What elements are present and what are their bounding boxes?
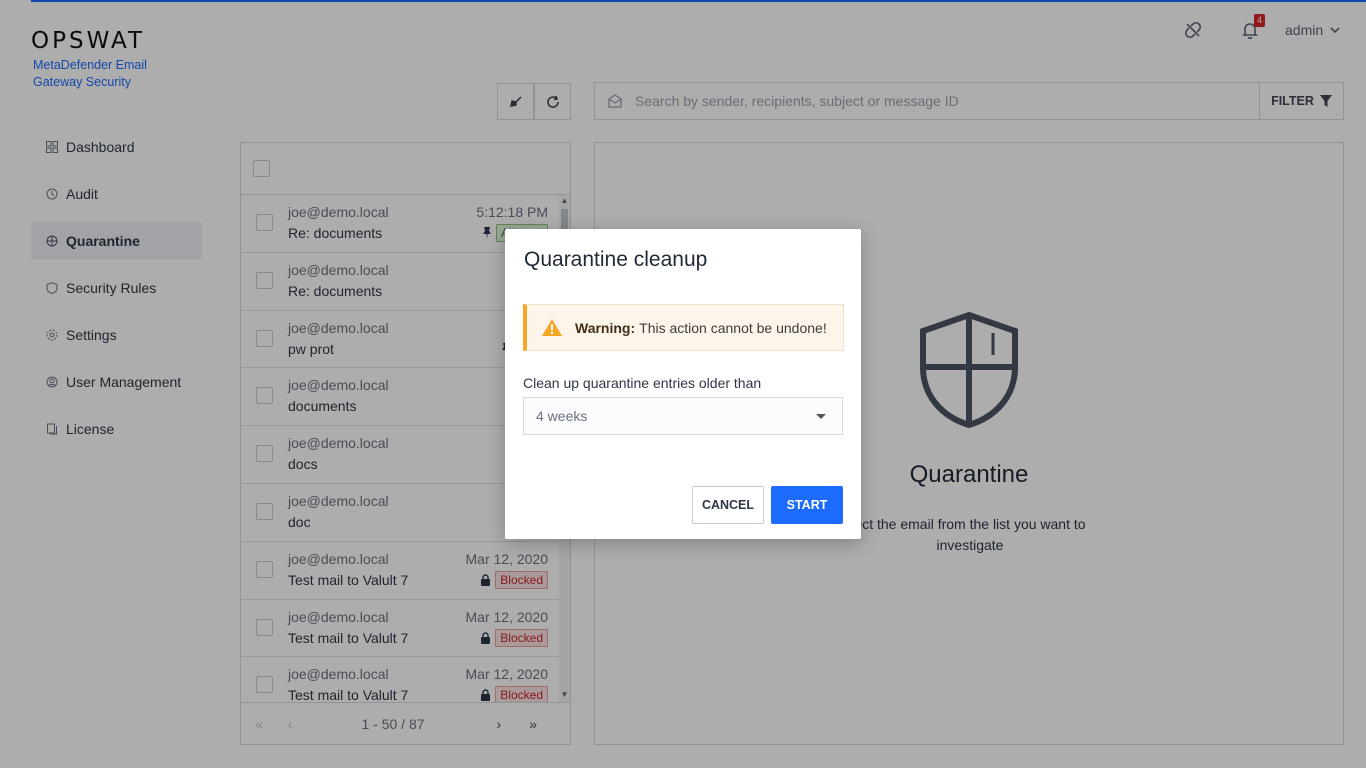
dialog-title: Quarantine cleanup — [524, 248, 708, 271]
age-select[interactable]: 4 weeks — [523, 397, 843, 435]
warning-label: Warning: — [575, 319, 636, 336]
quarantine-cleanup-dialog: Quarantine cleanup Warning: This action … — [505, 229, 861, 539]
caret-down-icon — [816, 414, 826, 419]
warning-text: This action cannot be undone! — [639, 319, 827, 336]
warning-banner: Warning: This action cannot be undone! — [523, 304, 844, 351]
start-button[interactable]: START — [771, 486, 843, 524]
age-select-value: 4 weeks — [536, 408, 588, 424]
age-field-label: Clean up quarantine entries older than — [523, 375, 762, 391]
cancel-button[interactable]: CANCEL — [692, 486, 764, 524]
warning-icon — [541, 318, 563, 337]
